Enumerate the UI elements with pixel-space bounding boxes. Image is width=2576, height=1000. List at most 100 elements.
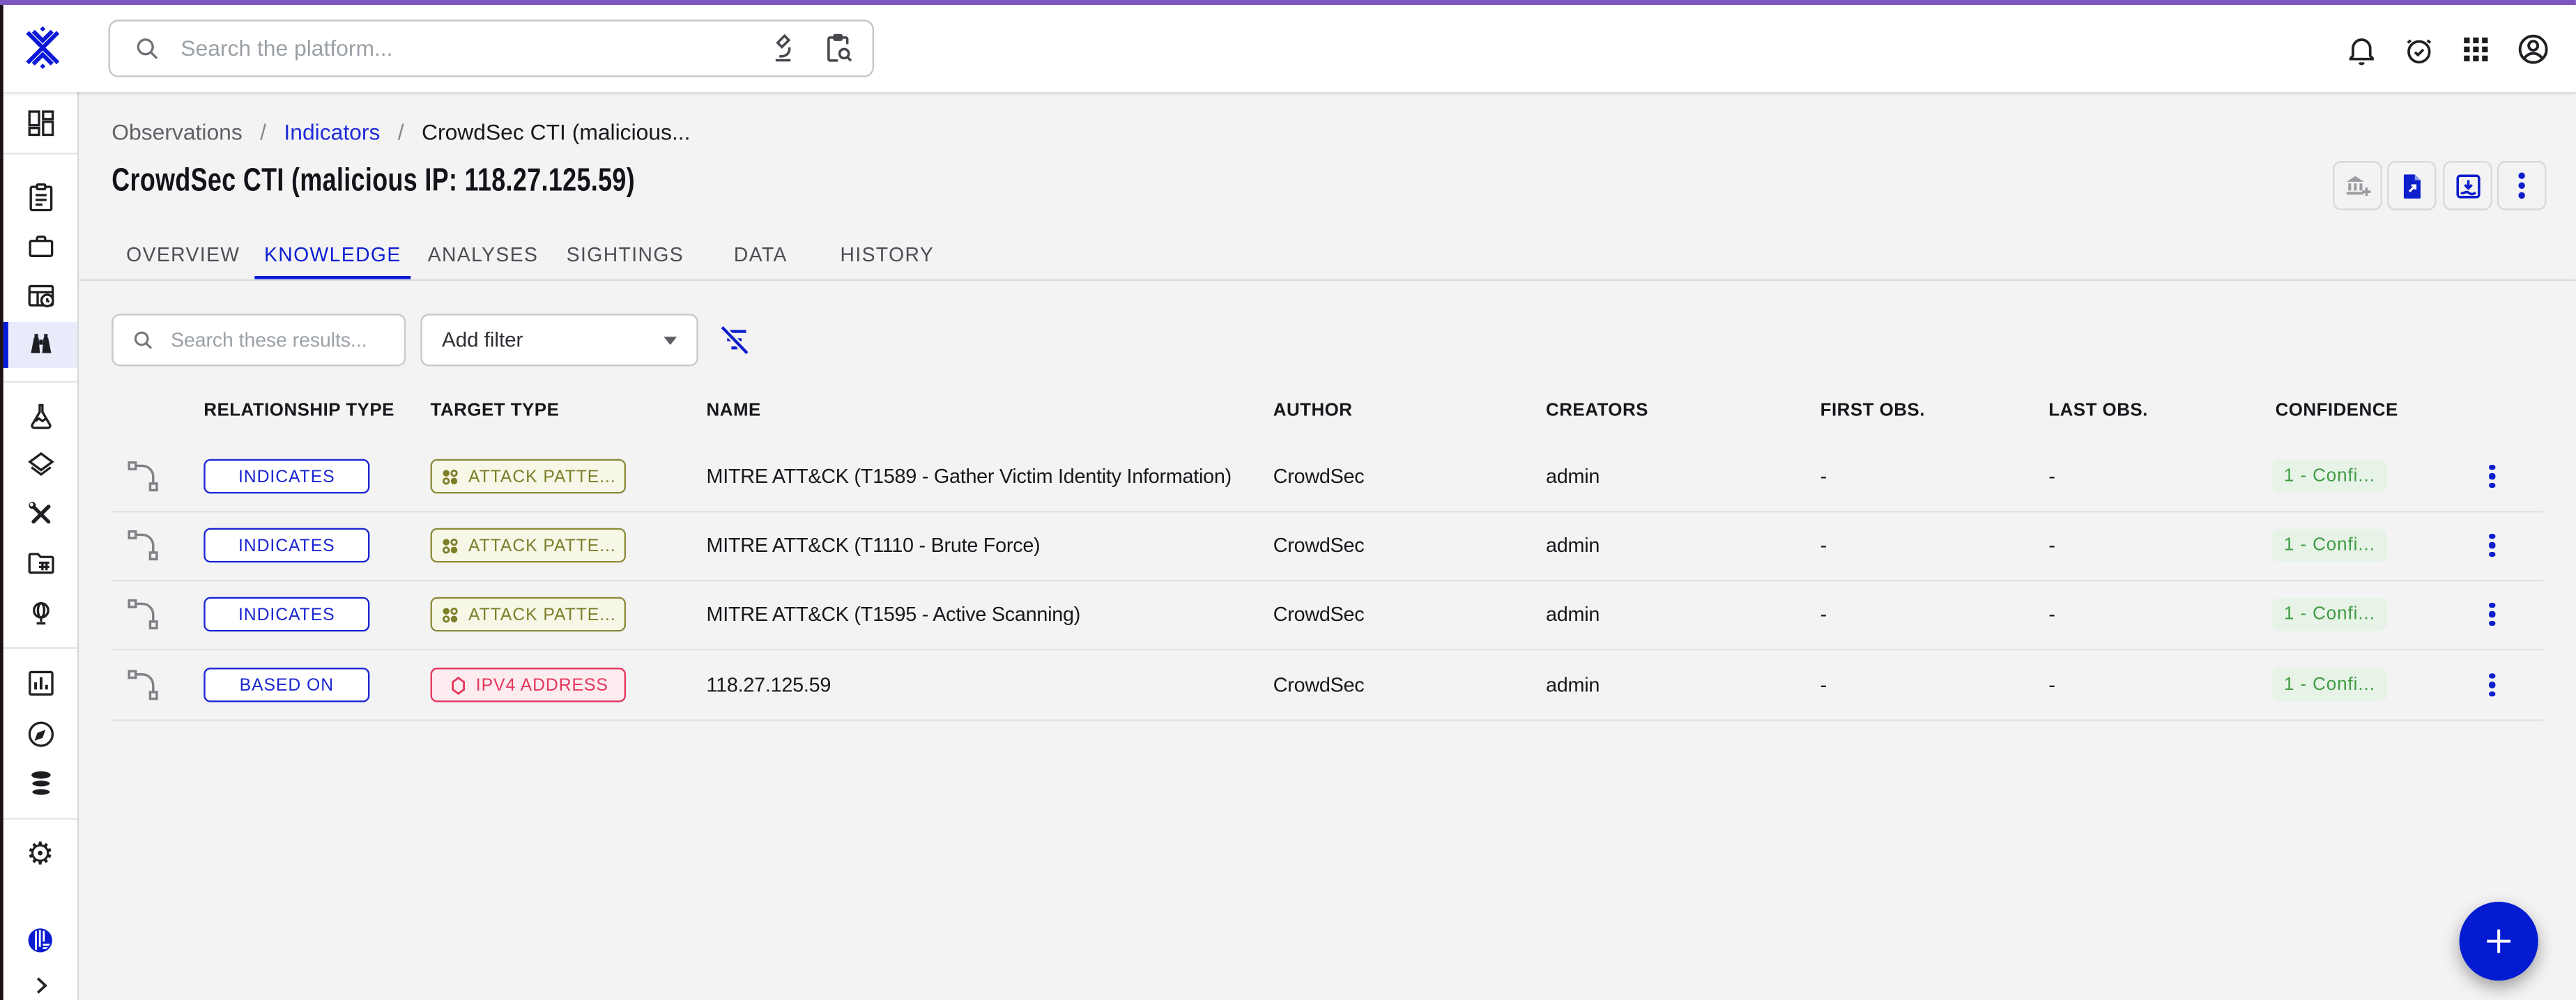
- tab-analyses[interactable]: ANALYSES: [411, 230, 555, 279]
- attack-pattern-icon: [440, 466, 460, 486]
- flask-icon: [24, 401, 56, 433]
- row-creators: admin: [1546, 534, 1600, 557]
- briefcase-icon: [24, 230, 56, 263]
- triggers-alarm-icon[interactable]: [2398, 29, 2438, 69]
- more-options-button[interactable]: [2497, 161, 2547, 210]
- window-edge: [0, 5, 3, 1000]
- topbar: [3, 5, 2576, 92]
- sidebar-item-locations[interactable]: [3, 590, 77, 636]
- column-header-name[interactable]: NAME: [707, 401, 761, 420]
- tab-overview[interactable]: OVERVIEW: [112, 230, 254, 279]
- opencti-logo[interactable]: [18, 22, 68, 74]
- confidence-label: 1 - Confi...: [2284, 604, 2375, 624]
- sidebar-item-settings[interactable]: ⚙: [3, 831, 77, 877]
- column-header-creators[interactable]: CREATORS: [1546, 401, 1648, 420]
- breadcrumb: Observations / Indicators / CrowdSec CTI…: [112, 120, 690, 144]
- sidebar: ⚙: [3, 92, 79, 1000]
- apps-grid-icon[interactable]: [2456, 29, 2496, 69]
- row-last-obs: -: [2048, 465, 2055, 488]
- confidence-badge: 1 - Confi...: [2272, 460, 2387, 493]
- breadcrumb-separator: /: [260, 120, 266, 144]
- dashboard-icon: [24, 107, 56, 139]
- column-header-confidence[interactable]: CONFIDENCE: [2276, 401, 2398, 420]
- main-content: Observations / Indicators / CrowdSec CTI…: [79, 92, 2576, 1000]
- sidebar-item-investigations[interactable]: [3, 711, 77, 757]
- export-file-button[interactable]: [2387, 161, 2437, 210]
- tab-history[interactable]: HISTORY: [827, 230, 948, 279]
- target-type-chip: ATTACK PATTE...: [431, 597, 626, 631]
- breadcrumb-indicators[interactable]: Indicators: [284, 120, 380, 144]
- row-creators: admin: [1546, 673, 1600, 696]
- sidebar-item-observations[interactable]: [3, 322, 77, 368]
- column-header-relationship-type[interactable]: RELATIONSHIP TYPE: [204, 401, 394, 420]
- target-type-chip: ATTACK PATTE...: [431, 459, 626, 493]
- assignment-icon: [24, 180, 56, 213]
- attack-pattern-icon: [440, 535, 460, 555]
- create-relationship-fab[interactable]: [2460, 902, 2538, 980]
- target-type-chip: ATTACK PATTE...: [431, 528, 626, 562]
- tabs-divider: [79, 279, 2576, 281]
- target-type-chip: IPV4 ADDRESS: [431, 668, 626, 702]
- account-icon[interactable]: [2513, 29, 2553, 69]
- chevron-right-icon: [27, 972, 54, 999]
- notifications-bell-icon[interactable]: [2341, 29, 2381, 69]
- results-search-input[interactable]: [167, 327, 391, 353]
- table-row[interactable]: BASED ON IPV4 ADDRESS 118.27.125.59 Crow…: [79, 650, 2576, 719]
- global-search: [109, 20, 874, 77]
- column-header-target-type[interactable]: TARGET TYPE: [431, 401, 560, 420]
- table-row[interactable]: INDICATES ATTACK PATTE... MITRE ATT&CK (…: [79, 580, 2576, 649]
- row-last-obs: -: [2048, 603, 2055, 626]
- sidebar-item-data[interactable]: [3, 760, 77, 806]
- column-header-first-obs[interactable]: FIRST OBS.: [1820, 401, 1925, 420]
- institution-add-button[interactable]: [2333, 161, 2382, 210]
- column-header-author[interactable]: AUTHOR: [1273, 401, 1353, 420]
- row-creators: admin: [1546, 465, 1600, 488]
- sidebar-item-techniques[interactable]: [3, 491, 77, 537]
- relationship-link-icon: [125, 667, 161, 703]
- row-name: MITRE ATT&CK (T1110 - Brute Force): [707, 534, 1041, 557]
- collapse-sidebar-button[interactable]: [3, 962, 77, 1000]
- opencti-app: ⚙: [0, 0, 2576, 1000]
- sidebar-item-dashboards[interactable]: [3, 661, 77, 707]
- sidebar-item-cases[interactable]: [3, 224, 77, 270]
- table-row[interactable]: INDICATES ATTACK PATTE... MITRE ATT&CK (…: [79, 511, 2576, 580]
- row-menu-button[interactable]: [2481, 455, 2504, 498]
- relationship-type-chip: INDICATES: [204, 459, 369, 493]
- row-menu-button[interactable]: [2481, 663, 2504, 706]
- confidence-label: 1 - Confi...: [2284, 675, 2375, 695]
- sidebar-item-threats[interactable]: [3, 394, 77, 440]
- global-search-input[interactable]: [178, 34, 744, 62]
- relationship-link-icon: [125, 528, 161, 564]
- breadcrumb-observations[interactable]: Observations: [112, 120, 242, 144]
- sidebar-item-analyses[interactable]: [3, 174, 77, 220]
- sidebar-item-entities[interactable]: [3, 540, 77, 586]
- row-menu-button[interactable]: [2481, 524, 2504, 567]
- row-first-obs: -: [1820, 465, 1827, 488]
- table-row[interactable]: INDICATES ATTACK PATTE... MITRE ATT&CK (…: [79, 442, 2576, 511]
- tab-data[interactable]: DATA: [695, 230, 827, 279]
- clear-filters-button[interactable]: [714, 321, 754, 360]
- target-type-label: ATTACK PATTE...: [468, 604, 616, 624]
- column-header-last-obs[interactable]: LAST OBS.: [2048, 401, 2148, 420]
- sidebar-item-events[interactable]: [3, 272, 77, 318]
- sidebar-divider: [3, 381, 77, 383]
- add-filter-select[interactable]: Add filter: [420, 314, 698, 366]
- attack-pattern-icon: [440, 604, 460, 624]
- target-type-label: IPV4 ADDRESS: [476, 675, 608, 695]
- sidebar-divider: [3, 818, 77, 820]
- gear-icon: ⚙: [26, 838, 54, 870]
- row-menu-button[interactable]: [2481, 593, 2504, 636]
- tab-knowledge[interactable]: KNOWLEDGE: [254, 230, 411, 279]
- sidebar-item-arsenal[interactable]: [3, 442, 77, 488]
- row-name: 118.27.125.59: [707, 673, 831, 696]
- relationship-link-icon: [125, 459, 161, 495]
- filigran-hub-icon: [24, 924, 56, 955]
- sidebar-item-dashboard[interactable]: [3, 100, 77, 146]
- tab-sightings[interactable]: SIGHTINGS: [555, 230, 695, 279]
- investigation-microscope-icon[interactable]: [765, 31, 799, 67]
- archive-download-button[interactable]: [2443, 161, 2492, 210]
- row-author: CrowdSec: [1273, 603, 1365, 626]
- xtm-hub-button[interactable]: [3, 916, 77, 962]
- paste-search-icon[interactable]: [822, 31, 856, 67]
- results-search: [112, 314, 406, 366]
